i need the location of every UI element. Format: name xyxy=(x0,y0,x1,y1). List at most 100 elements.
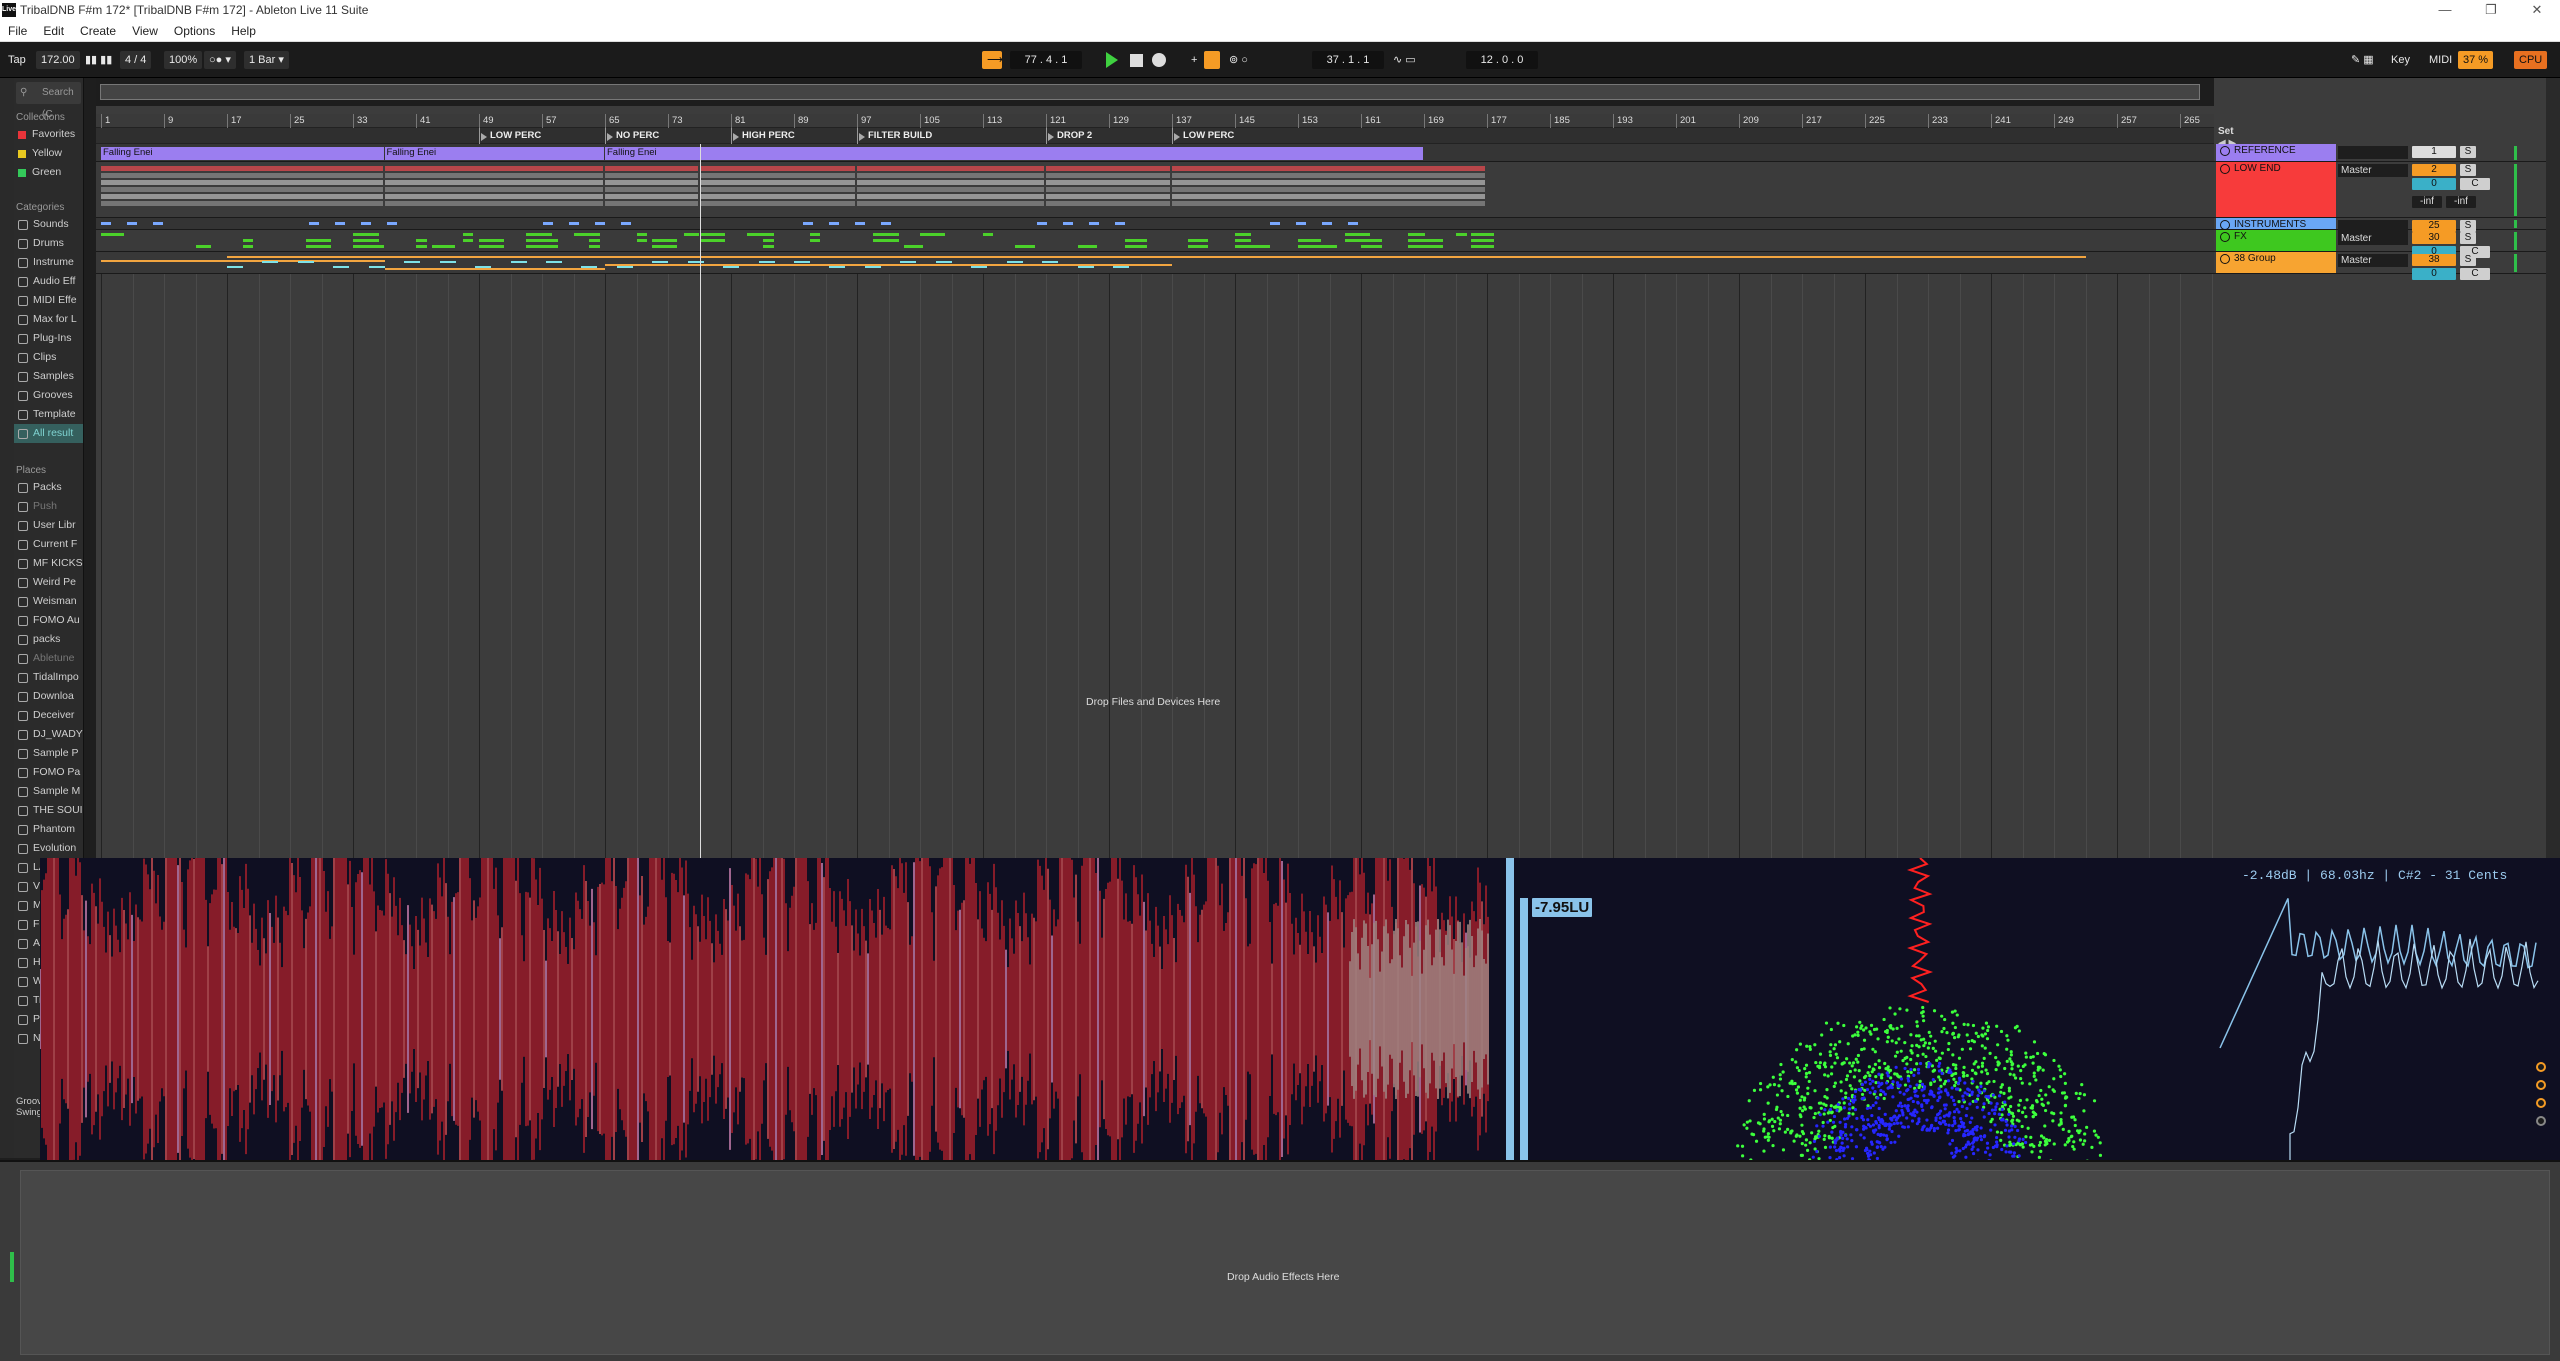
fx-clip[interactable] xyxy=(636,239,647,242)
browser-search-input[interactable]: ⚲ Search (C xyxy=(16,82,81,120)
group-clip[interactable] xyxy=(333,266,350,268)
low-end-clip[interactable] xyxy=(699,194,855,199)
fx-clip[interactable] xyxy=(683,233,699,236)
close-button[interactable]: ✕ xyxy=(2514,0,2560,20)
fx-clip[interactable] xyxy=(652,245,678,248)
group-clip[interactable] xyxy=(581,266,598,268)
fx-clip[interactable] xyxy=(1424,239,1443,242)
low-end-clip[interactable] xyxy=(1172,194,1485,199)
draw-mode-icon[interactable]: ✎ ▦ xyxy=(2346,51,2379,69)
locator-marker[interactable]: NO PERC xyxy=(605,128,659,144)
group-clip[interactable] xyxy=(935,261,952,263)
locator-marker[interactable]: HIGH PERC xyxy=(731,128,795,144)
collection-item[interactable]: Green xyxy=(14,163,83,182)
fx-clip[interactable] xyxy=(1408,245,1425,248)
place-item[interactable]: Phantom xyxy=(14,820,83,839)
instrument-clip[interactable] xyxy=(152,222,163,225)
fx-clip[interactable] xyxy=(652,239,678,242)
place-item[interactable]: FOMO Pa xyxy=(14,763,83,782)
group-clip[interactable] xyxy=(227,266,243,268)
low-end-clip[interactable] xyxy=(101,187,383,192)
track-volume-field[interactable]: 1 xyxy=(2412,146,2456,158)
instrument-clip[interactable] xyxy=(828,222,839,225)
low-end-clip[interactable] xyxy=(605,166,698,171)
instrument-clip[interactable] xyxy=(1114,222,1125,225)
instrument-clip[interactable] xyxy=(854,222,865,225)
send-volume-field[interactable]: 0 xyxy=(2412,268,2456,280)
instrument-clip[interactable] xyxy=(1036,222,1047,225)
low-end-clip[interactable] xyxy=(605,194,698,199)
tap-tempo-button[interactable]: Tap xyxy=(8,51,26,69)
fx-clip[interactable] xyxy=(526,233,553,236)
output-routing-dropdown[interactable]: Master xyxy=(2338,254,2408,267)
device-toggle-icon[interactable] xyxy=(2536,1062,2546,1072)
fx-clip[interactable] xyxy=(1235,239,1252,242)
metronome-button[interactable]: ○● ▾ xyxy=(204,51,236,69)
automation-arm-icon[interactable] xyxy=(1204,51,1220,69)
category-item[interactable]: Grooves xyxy=(14,386,83,405)
play-button[interactable] xyxy=(1106,52,1118,68)
minimize-button[interactable]: — xyxy=(2422,0,2468,20)
track-header[interactable]: LOW END Master 2 S 0 C -inf -inf xyxy=(2214,162,2560,218)
track-header[interactable]: INSTRUMENTS 25 S xyxy=(2214,218,2560,233)
low-end-clip[interactable] xyxy=(857,187,1044,192)
low-end-clip[interactable] xyxy=(605,201,698,206)
fx-clip[interactable] xyxy=(1313,245,1338,248)
group-clip[interactable] xyxy=(475,266,492,268)
group-clip[interactable] xyxy=(794,261,810,263)
low-end-clip[interactable] xyxy=(1046,187,1170,192)
instruments-track-lane[interactable] xyxy=(96,218,2214,230)
fx-clip[interactable] xyxy=(195,245,212,248)
beat-time-ruler[interactable]: 1 9 17 25 33 41 49 57 65 73 81 89 97 105 113 121 129 137 1… xyxy=(96,114,2214,128)
fx-clip[interactable] xyxy=(353,233,379,236)
low-end-clip[interactable] xyxy=(605,180,698,185)
place-item[interactable]: Push xyxy=(14,497,83,516)
category-item[interactable]: MIDI Effe xyxy=(14,291,83,310)
locator-marker[interactable]: FILTER BUILD xyxy=(857,128,932,144)
collection-item[interactable]: Favorites xyxy=(14,125,83,144)
track-name[interactable]: REFERENCE xyxy=(2216,144,2336,161)
group-clip[interactable] xyxy=(900,261,917,263)
low-end-clip[interactable] xyxy=(101,201,383,206)
fx-clip[interactable] xyxy=(1408,233,1425,236)
track-name[interactable]: INSTRUMENTS xyxy=(2216,218,2336,230)
loop-length-display[interactable]: 12 . 0 . 0 xyxy=(1466,51,1538,69)
instrument-clip[interactable] xyxy=(620,222,631,225)
fx-clip[interactable] xyxy=(1124,245,1148,248)
group-clip[interactable] xyxy=(1112,266,1129,268)
overdub-icon[interactable]: + xyxy=(1186,51,1202,69)
low-end-clip[interactable] xyxy=(605,187,698,192)
instrument-clip[interactable] xyxy=(308,222,319,225)
low-end-clip[interactable] xyxy=(1046,194,1170,199)
fx-clip[interactable] xyxy=(305,245,331,248)
send-volume-field[interactable]: 0 xyxy=(2412,178,2456,190)
low-end-clip[interactable] xyxy=(699,173,855,178)
group-automation-line[interactable] xyxy=(227,256,2086,258)
follow-button[interactable]: ⟶ xyxy=(982,51,1003,69)
low-end-clip[interactable] xyxy=(1046,166,1170,171)
fx-clip[interactable] xyxy=(699,233,726,236)
key-map-button[interactable]: Key xyxy=(2386,51,2415,69)
loop-switch-icon[interactable]: ∿ ▭ xyxy=(1388,51,1436,69)
low-end-clip[interactable] xyxy=(101,173,383,178)
group-clip[interactable] xyxy=(404,261,421,263)
low-end-clip[interactable] xyxy=(1172,201,1485,206)
output-routing-dropdown[interactable]: Master xyxy=(2338,232,2408,245)
nudge-icon[interactable]: ▮▮ ▮▮ xyxy=(80,51,117,69)
fx-clip[interactable] xyxy=(1077,245,1097,248)
fx-clip[interactable] xyxy=(636,233,647,236)
device-drop-area[interactable]: Drop Audio Effects Here xyxy=(20,1170,2550,1355)
fx-clip[interactable] xyxy=(983,233,993,236)
low-end-clip[interactable] xyxy=(1046,180,1170,185)
place-item[interactable]: packs xyxy=(14,630,83,649)
place-item[interactable]: Sample P xyxy=(14,744,83,763)
menu-help[interactable]: Help xyxy=(223,24,264,38)
loop-start-display[interactable]: 37 . 1 . 1 xyxy=(1312,51,1384,69)
low-end-clip[interactable] xyxy=(1172,187,1485,192)
reference-clip[interactable]: Falling Enei xyxy=(605,147,1423,160)
fx-clip[interactable] xyxy=(809,233,820,236)
low-end-track-lane[interactable] xyxy=(96,162,2214,218)
locator-marker[interactable]: LOW PERC xyxy=(1172,128,1234,144)
menu-options[interactable]: Options xyxy=(166,24,223,38)
fx-clip[interactable] xyxy=(1471,233,1494,236)
